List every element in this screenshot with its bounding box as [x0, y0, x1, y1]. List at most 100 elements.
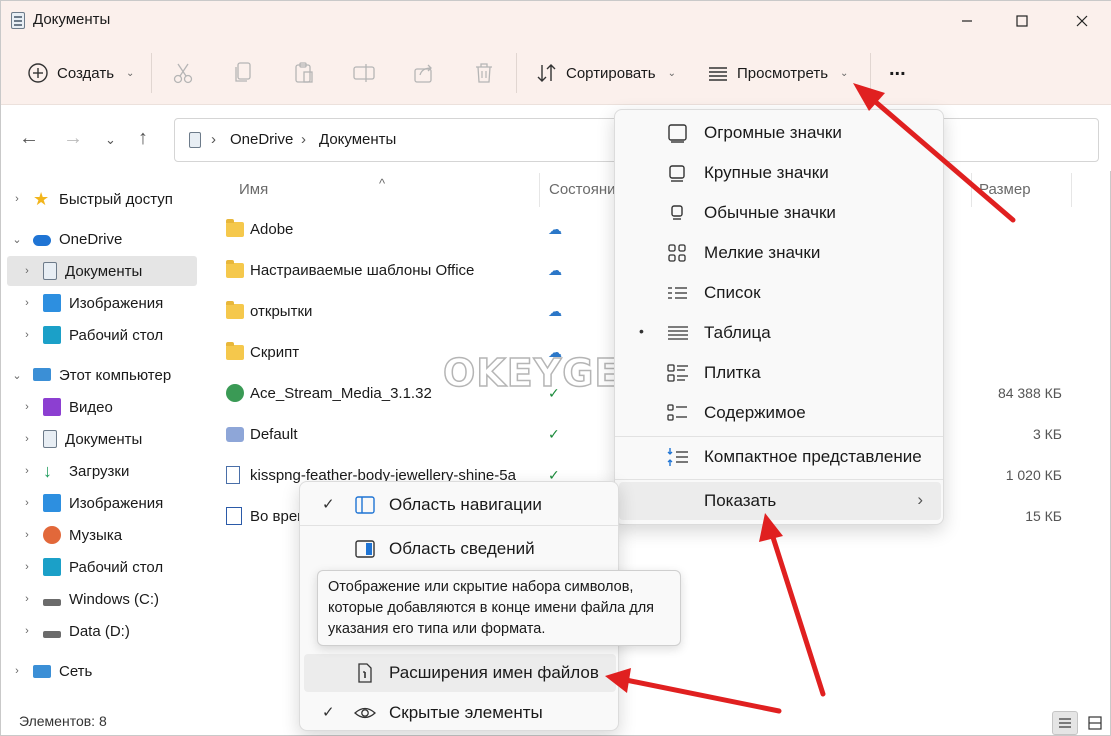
check-icon: ✓	[322, 704, 335, 721]
chevron-right-icon[interactable]: ›	[21, 329, 33, 341]
sidebar-item-drive-d[interactable]: › Data (D:)	[1, 616, 197, 646]
address-row: ← → ⌄ ↑ › OneDrive › Документы	[1, 105, 1111, 171]
recent-chevron-icon[interactable]: ⌄	[105, 132, 116, 148]
app-icon	[226, 384, 244, 402]
menu-item-label: Обычные значки	[704, 203, 836, 222]
compact-view-icon	[667, 448, 688, 466]
menu-item-label: Плитка	[704, 363, 761, 382]
chevron-right-icon[interactable]: ›	[21, 265, 33, 277]
cloud-status-icon: ☁	[548, 303, 562, 319]
new-button[interactable]: Создать ⌄	[27, 55, 134, 91]
share-icon[interactable]	[412, 61, 436, 85]
sidebar-item-desktop[interactable]: › Рабочий стол	[1, 552, 197, 582]
sidebar-item-images[interactable]: › Изображения	[1, 488, 197, 518]
menu-item-large-icons[interactable]: Крупные значки	[619, 154, 941, 192]
sidebar-item-this-pc[interactable]: ⌄ Этот компьютер	[1, 360, 197, 390]
column-header-status[interactable]: Состояни	[549, 181, 616, 198]
shortcut-icon	[226, 427, 244, 442]
delete-icon[interactable]	[472, 61, 496, 85]
details-view-button[interactable]	[1052, 711, 1078, 735]
column-header-name[interactable]: Имя	[239, 181, 268, 198]
menu-item-tiles[interactable]: Плитка	[619, 354, 941, 392]
sidebar-item-onedrive[interactable]: ⌄ OneDrive	[1, 224, 197, 254]
sort-ascending-icon: ^	[379, 176, 386, 191]
back-icon[interactable]: ←	[19, 127, 39, 150]
breadcrumb-onedrive[interactable]: OneDrive	[230, 131, 293, 148]
column-header-size[interactable]: Размер	[979, 181, 1031, 198]
explorer-window: Документы Создать ⌄ Сортировать ⌄ Просмо…	[0, 0, 1111, 736]
chevron-right-icon[interactable]: ›	[21, 529, 33, 541]
column-divider[interactable]	[539, 173, 540, 207]
chevron-down-icon[interactable]: ⌄	[11, 233, 23, 246]
menu-item-list[interactable]: Список	[619, 274, 941, 312]
sidebar-item-label: Data (D:)	[69, 622, 130, 640]
details-view-icon	[1059, 718, 1071, 728]
column-divider[interactable]	[1071, 173, 1072, 207]
sidebar-item-onedrive-desktop[interactable]: › Рабочий стол	[1, 320, 197, 350]
up-icon[interactable]: ↑	[138, 127, 148, 150]
items-count: Элементов: 8	[19, 713, 107, 729]
sidebar-item-network[interactable]: › Сеть	[1, 656, 197, 686]
maximize-button[interactable]	[997, 1, 1047, 41]
submenu-item-hidden-items[interactable]: ✓ Скрытые элементы	[304, 694, 616, 732]
chevron-right-icon[interactable]: ›	[11, 193, 23, 205]
breadcrumb-documents[interactable]: Документы	[319, 131, 396, 148]
sidebar-item-documents[interactable]: › Документы	[1, 424, 197, 454]
chevron-right-icon[interactable]: ›	[11, 665, 23, 677]
chevron-down-icon[interactable]: ⌄	[11, 369, 23, 382]
sidebar-item-drive-c[interactable]: › Windows (C:)	[1, 584, 197, 614]
image-file-icon	[226, 466, 240, 484]
menu-item-medium-icons[interactable]: Обычные значки	[619, 194, 941, 232]
chevron-right-icon[interactable]: ›	[21, 497, 33, 509]
sort-button[interactable]: Сортировать ⌄	[536, 55, 676, 91]
submenu-item-file-extensions[interactable]: Расширения имен файлов	[304, 654, 616, 692]
chevron-right-icon[interactable]: ›	[21, 561, 33, 573]
submenu-item-navigation-pane[interactable]: ✓ Область навигации	[304, 486, 616, 524]
chevron-right-icon[interactable]: ›	[21, 297, 33, 309]
minimize-button[interactable]	[942, 1, 992, 41]
menu-item-show[interactable]: Показать ›	[619, 482, 941, 520]
menu-item-small-icons[interactable]: Мелкие значки	[619, 234, 941, 272]
chevron-right-icon[interactable]: ›	[21, 433, 33, 445]
view-button[interactable]: Просмотреть ⌄	[707, 55, 848, 91]
sidebar-item-music[interactable]: › Музыка	[1, 520, 197, 550]
menu-item-compact-view[interactable]: Компактное представление	[619, 438, 941, 476]
menu-item-details[interactable]: • Таблица	[619, 314, 941, 352]
sidebar-item-quick-access[interactable]: › ★ Быстрый доступ	[1, 184, 197, 214]
rename-icon[interactable]	[352, 61, 376, 85]
sidebar-item-label: Рабочий стол	[69, 326, 164, 344]
sidebar-item-video[interactable]: › Видео	[1, 392, 197, 422]
menu-item-content[interactable]: Содержимое	[619, 394, 941, 432]
maximize-icon	[1016, 15, 1028, 27]
sidebar-item-onedrive-images[interactable]: › Изображения	[1, 288, 197, 318]
more-button[interactable]: ...	[889, 51, 906, 87]
copy-icon[interactable]	[232, 61, 256, 85]
sidebar-item-label: Изображения	[69, 294, 164, 312]
forward-icon[interactable]: →	[63, 127, 83, 150]
paste-icon[interactable]	[292, 61, 316, 85]
column-divider[interactable]	[971, 173, 972, 207]
minimize-icon	[962, 20, 972, 22]
chevron-right-icon[interactable]: ›	[21, 625, 33, 637]
close-button[interactable]	[1057, 1, 1107, 41]
sidebar-item-onedrive-documents[interactable]: › Документы	[7, 256, 197, 286]
menu-item-extra-large-icons[interactable]: Огромные значки	[619, 114, 941, 152]
navigation-pane: › ★ Быстрый доступ ⌄ OneDrive › Документ…	[1, 173, 201, 703]
toolbar-divider	[151, 53, 152, 93]
cut-icon[interactable]	[171, 61, 195, 85]
sidebar-item-label: Документы	[65, 262, 143, 280]
view-menu: Огромные значки Крупные значки Обычные з…	[614, 109, 944, 525]
chevron-right-icon[interactable]: ›	[21, 401, 33, 413]
sidebar-item-label: OneDrive	[59, 230, 123, 248]
chevron-right-icon[interactable]: ›	[21, 465, 33, 477]
sidebar-item-label: Музыка	[69, 526, 123, 544]
tiles-view-button[interactable]	[1082, 711, 1108, 735]
submenu-item-details-pane[interactable]: Область сведений	[304, 530, 616, 568]
sidebar-item-label: Windows (C:)	[69, 590, 160, 608]
desktop-icon	[43, 326, 61, 344]
sort-icon	[537, 64, 556, 82]
cloud-status-icon: ☁	[548, 262, 562, 278]
sidebar-item-downloads[interactable]: › ↓ Загрузки	[1, 456, 197, 486]
chevron-right-icon[interactable]: ›	[21, 593, 33, 605]
drive-icon	[43, 598, 61, 606]
